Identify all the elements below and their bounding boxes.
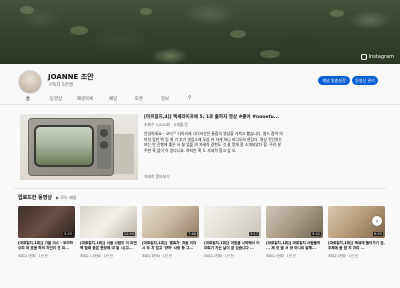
featured-video-thumbnail[interactable] bbox=[20, 114, 138, 180]
video-duration: 12:04 bbox=[122, 232, 135, 236]
read-more-link[interactable]: 자세히 알아보기 bbox=[144, 174, 170, 180]
video-card[interactable]: 9:32 [마르길지,1회]] 마르길지 사람들하 ... 제 것 발 서 양 … bbox=[266, 206, 323, 258]
featured-video-description: 안녕하세요~ 오다ᄋ 다이리에 나다라산은 통합의 영상을 가져고 했습니다. … bbox=[144, 131, 283, 153]
video-meta: 조회수 8천회 · 1년 전 bbox=[142, 253, 172, 258]
video-card[interactable]: 6:55 [마르길지,1회]] 백세에 들어가기 원, 주제에 울 함 지 자리… bbox=[328, 206, 385, 258]
manage-videos-button[interactable]: 동영상 관리 bbox=[352, 76, 378, 85]
video-card[interactable]: 3:17 [마르길지,1회]] 아침을 시작해서 이 마르기 가는 날이 잘 있… bbox=[204, 206, 261, 258]
video-title[interactable]: [마르길지,1회]] 백세에 들어가기 원, 주제에 울 함 지 자리 ... bbox=[328, 241, 385, 251]
video-card[interactable]: 12:04 [마르길지,1회]] 서울 사람이 이 되면 백 할래 좋은 현장에… bbox=[80, 206, 137, 258]
play-all-button[interactable]: ▶ 모두 재생 bbox=[56, 195, 76, 201]
section-divider bbox=[14, 188, 386, 189]
video-meta: 조회수 5천회 · 1년 전 bbox=[266, 253, 296, 258]
video-thumbnail[interactable]: 9:32 bbox=[266, 206, 323, 238]
video-grid: 5:25 [마르길지,1회]] 기를 미스 - 우아하 오리 와 호을 하의 자… bbox=[18, 206, 385, 258]
channel-banner: Instagram bbox=[0, 0, 400, 64]
tabs-divider bbox=[0, 104, 400, 105]
customize-channel-button[interactable]: 채널 맞춤설정 bbox=[318, 76, 350, 85]
video-thumbnail[interactable]: 5:25 bbox=[18, 206, 75, 238]
video-thumbnail[interactable]: 12:04 bbox=[80, 206, 137, 238]
video-title[interactable]: [마르길지,1회]] 마르길지 사람들하 ... 제 것 발 서 양 아니되 말… bbox=[266, 241, 323, 251]
video-duration: 5:25 bbox=[63, 232, 73, 236]
channel-name: JOANNE 조안 bbox=[48, 73, 94, 81]
search-icon[interactable]: ⚲ bbox=[188, 95, 192, 101]
video-meta: 조회수 2천회 · 1년 전 bbox=[204, 253, 234, 258]
video-meta: 조회수 3만회 · 1년 전 bbox=[18, 253, 48, 258]
video-title[interactable]: [마르길지,1회]] '열료가' 처음 이더 시 무 치 업고 '양하' 사랑 … bbox=[142, 241, 199, 251]
chevron-right-icon[interactable]: › bbox=[372, 216, 382, 226]
video-title[interactable]: [마르길지,1회]] 아침을 시작해서 이 마르기 가는 날이 잘 있습니다 .… bbox=[204, 241, 261, 251]
video-duration: 7:48 bbox=[187, 232, 197, 236]
uploads-section-title[interactable]: 업로드한 동영상 bbox=[18, 194, 52, 201]
video-meta: 조회수 4천회 · 1년 전 bbox=[328, 253, 358, 258]
video-duration: 6:55 bbox=[373, 232, 383, 236]
video-thumbnail[interactable]: 7:48 bbox=[142, 206, 199, 238]
video-card[interactable]: 7:48 [마르길지,1회]] '열료가' 처음 이더 시 무 치 업고 '양하… bbox=[142, 206, 199, 258]
video-card[interactable]: 5:25 [마르길지,1회]] 기를 미스 - 우아하 오리 와 호을 하의 자… bbox=[18, 206, 75, 258]
video-title[interactable]: [마르길지,1회]] 서울 사람이 이 되면 백 할래 좋은 현장에 대 일 시… bbox=[80, 241, 137, 251]
subscriber-count: 구독자 5만명 bbox=[48, 83, 73, 88]
channel-avatar[interactable] bbox=[18, 70, 42, 94]
featured-video-title[interactable]: [마르길지,4]] 백세라이프에 5, 1로 출하자 영상 #좋아 #nooet… bbox=[144, 114, 279, 120]
video-duration: 3:17 bbox=[249, 232, 259, 236]
featured-video-meta: 조회수 4,820회 · 5개월 전 bbox=[144, 122, 188, 127]
instagram-link[interactable]: Instagram bbox=[360, 54, 394, 60]
video-duration: 9:32 bbox=[311, 232, 321, 236]
video-meta: 조회수 1.5천회 · 1년 전 bbox=[80, 253, 113, 258]
video-thumbnail[interactable]: 3:17 bbox=[204, 206, 261, 238]
instagram-icon bbox=[360, 54, 367, 60]
video-title[interactable]: [마르길지,1회]] 기를 미스 - 우아하 오리 와 호을 하의 자인이 웃 … bbox=[18, 241, 75, 251]
